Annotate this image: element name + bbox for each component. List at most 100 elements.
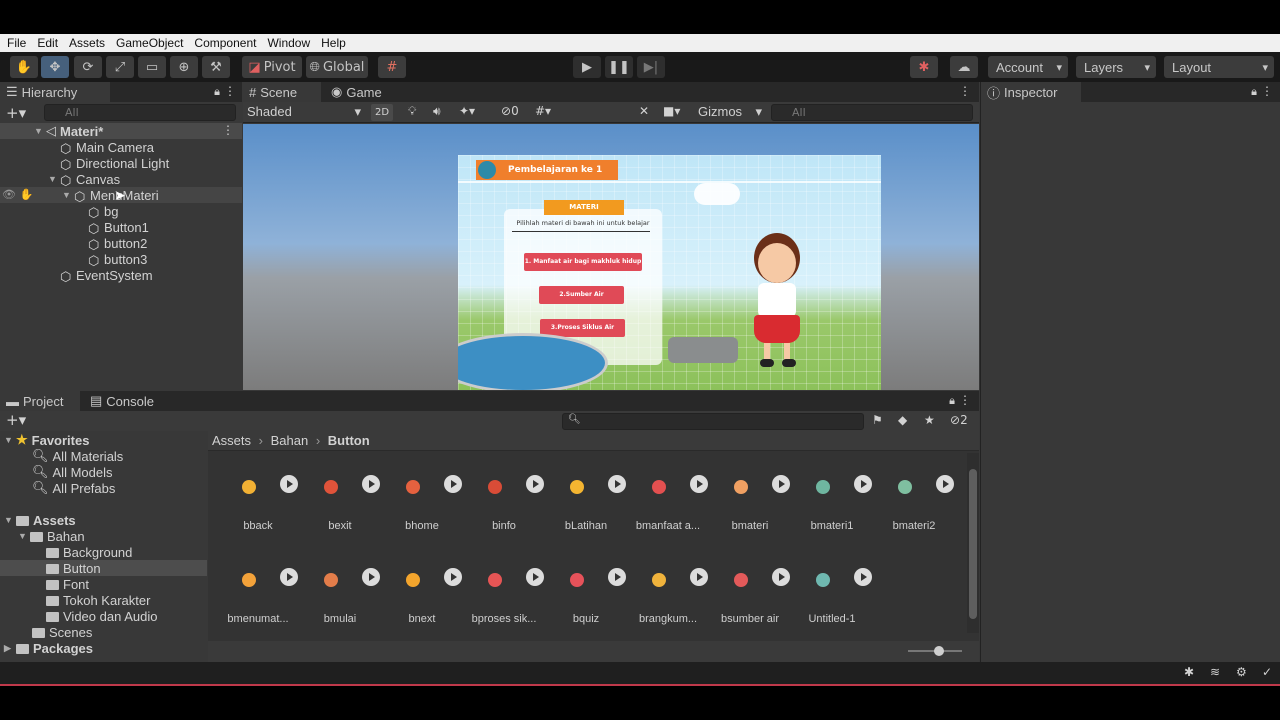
rect-tool-icon[interactable]: ▭ — [138, 56, 166, 78]
gizmos-dropdown[interactable]: Gizmos ▾ — [698, 104, 762, 121]
auto-generate-icon[interactable]: ⚙ — [1236, 665, 1247, 679]
scene-item[interactable]: ▼ ◁ Materi* — [34, 123, 103, 139]
expand-arrow-icon[interactable]: ▼ — [4, 435, 16, 445]
layers-dropdown[interactable]: Layers — [1076, 56, 1156, 78]
asset-preview-play-icon[interactable] — [854, 568, 872, 586]
scrollbar-thumb[interactable] — [969, 469, 977, 619]
project-search-input[interactable] — [562, 413, 864, 430]
tab-project[interactable]: ▬ Project — [0, 391, 80, 411]
hierarchy-item-eventsystem[interactable]: ⬡ EventSystem — [60, 267, 153, 285]
collab-icon[interactable]: ✱ — [910, 56, 938, 78]
move-tool-icon[interactable]: ✥ — [41, 56, 69, 78]
grid-icon[interactable]: #▾ — [535, 104, 551, 118]
breadcrumb-bahan[interactable]: Bahan — [271, 433, 309, 448]
lighting-icon[interactable]: 💡︎ — [408, 104, 416, 119]
menu-help[interactable]: Help — [318, 36, 354, 50]
asset-item[interactable]: bmenumat... — [208, 551, 298, 631]
expand-arrow-icon[interactable]: ▼ — [48, 174, 60, 184]
tab-game[interactable]: ◉ Game — [325, 82, 395, 102]
tools-icon[interactable]: ✕ — [639, 104, 649, 118]
lock-icon[interactable]: 🔒︎ — [214, 85, 220, 99]
hierarchy-search-input[interactable]: All — [44, 104, 236, 121]
2d-toggle[interactable]: 2D — [371, 104, 393, 121]
game-canvas[interactable]: Pembelajaran ke 1 MATERI Pilihlah materi… — [458, 155, 881, 390]
custom-tool-icon[interactable]: ⚒ — [202, 56, 230, 78]
grid-snap-icon[interactable]: # — [378, 56, 406, 78]
game-button-2[interactable]: 2.Sumber Air — [539, 286, 624, 304]
hierarchy-item-button1[interactable]: ⬡ Button1 — [88, 219, 149, 237]
step-button[interactable]: ▶| — [637, 56, 665, 78]
favorite-star-icon[interactable]: ★ — [924, 413, 935, 427]
hierarchy-item-main-camera[interactable]: ⬡ Main Camera — [60, 139, 154, 157]
asset-item[interactable]: bnext — [372, 551, 462, 631]
hierarchy-item-canvas[interactable]: ▼ ⬡ Canvas — [48, 171, 120, 189]
folder-font[interactable]: Font — [46, 576, 89, 592]
scene-more-icon[interactable]: ⋮ — [222, 123, 234, 137]
asset-item[interactable]: bsumber air — [700, 551, 790, 631]
audio-icon[interactable]: 🔊︎ — [433, 104, 441, 119]
asset-item[interactable]: Untitled-1 — [782, 551, 872, 631]
hierarchy-item-menumateri[interactable]: ▼ ⬡ MenuMateri — [62, 187, 159, 205]
asset-item[interactable]: bmateri1 — [782, 458, 872, 538]
tab-inspector[interactable]: ⓘ Inspector — [981, 82, 1081, 102]
asset-item[interactable]: bmanfaat a... — [618, 458, 708, 538]
expand-arrow-icon[interactable]: ▼ — [62, 190, 74, 200]
asset-item[interactable]: brangkum... — [618, 551, 708, 631]
menu-gameobject[interactable]: GameObject — [113, 36, 191, 50]
inspector-more-icon[interactable]: ⋮ — [1261, 84, 1273, 98]
asset-item[interactable]: bback — [208, 458, 298, 538]
cloud-icon[interactable]: ☁ — [950, 56, 978, 78]
scale-tool-icon[interactable]: ⤢ — [106, 56, 134, 78]
menu-file[interactable]: File — [4, 36, 34, 50]
asset-preview-play-icon[interactable] — [936, 475, 954, 493]
asset-item[interactable]: bmateri2 — [864, 458, 954, 538]
inspector-lock-icon[interactable]: 🔒︎ — [1251, 85, 1257, 99]
hidden-objects-icon[interactable]: ⊘0 — [501, 104, 519, 118]
asset-item[interactable]: binfo — [454, 458, 544, 538]
global-toggle[interactable]: 🌐︎ Global — [306, 56, 368, 78]
expand-arrow-icon[interactable]: ▼ — [34, 126, 46, 136]
account-dropdown[interactable]: Account — [988, 56, 1068, 78]
collapse-arrow-icon[interactable]: ▶ — [4, 643, 16, 654]
project-lock-icon[interactable]: 🔒︎ — [949, 394, 955, 408]
effects-icon[interactable]: ✦▾ — [459, 104, 475, 118]
hierarchy-item-button3[interactable]: ⬡ button3 — [88, 251, 147, 269]
scene-more-icon[interactable]: ⋮ — [959, 84, 971, 98]
breadcrumb-button[interactable]: Button — [328, 433, 370, 448]
filter-type-icon[interactable]: ⚑ — [872, 413, 883, 427]
create-icon[interactable]: +▾ — [6, 411, 26, 429]
favorite-all-models[interactable]: 🔍︎ All Models — [32, 464, 112, 480]
packages-folder[interactable]: ▶ Packages — [4, 640, 93, 656]
filter-label-icon[interactable]: ◆ — [898, 413, 907, 427]
rotate-tool-icon[interactable]: ⟳ — [74, 56, 102, 78]
layout-dropdown[interactable]: Layout — [1164, 56, 1274, 78]
folder-scenes[interactable]: Scenes — [32, 624, 92, 640]
shading-dropdown[interactable]: Shaded ▾ — [247, 104, 365, 121]
folder-video-dan-audio[interactable]: Video dan Audio — [46, 608, 157, 624]
project-more-icon[interactable]: ⋮ — [959, 393, 971, 407]
tab-hierarchy[interactable]: ☰ Hierarchy — [0, 82, 110, 102]
asset-scrollbar[interactable] — [967, 453, 979, 633]
assets-folder[interactable]: ▼ Assets — [4, 512, 76, 528]
breadcrumb-assets[interactable]: Assets — [212, 433, 251, 448]
pivot-toggle[interactable]: ◪ Pivot — [242, 56, 302, 78]
scene-search-input[interactable]: All — [771, 104, 973, 121]
tab-console[interactable]: ▤ Console — [84, 391, 164, 411]
folder-background[interactable]: Background — [46, 544, 132, 560]
transform-tool-icon[interactable]: ⊕ — [170, 56, 198, 78]
tab-scene[interactable]: # Scene — [243, 82, 321, 102]
asset-item[interactable]: bexit — [290, 458, 380, 538]
asset-item[interactable]: bhome — [372, 458, 462, 538]
hierarchy-item-button2[interactable]: ⬡ button2 — [88, 235, 147, 253]
favorite-all-materials[interactable]: 🔍︎ All Materials — [32, 448, 123, 464]
menu-component[interactable]: Component — [191, 36, 264, 50]
checkmark-icon[interactable]: ✓ — [1262, 665, 1272, 679]
menu-assets[interactable]: Assets — [66, 36, 113, 50]
asset-item[interactable]: bmulai — [290, 551, 380, 631]
game-button-1[interactable]: 1. Manfaat air bagi makhluk hidup — [524, 253, 642, 271]
expand-arrow-icon[interactable]: ▼ — [18, 531, 30, 541]
zoom-slider-handle[interactable] — [934, 646, 944, 656]
hierarchy-item-bg[interactable]: ⬡ bg — [88, 203, 118, 221]
favorite-all-prefabs[interactable]: 🔍︎ All Prefabs — [32, 480, 115, 496]
asset-item[interactable]: bmateri — [700, 458, 790, 538]
